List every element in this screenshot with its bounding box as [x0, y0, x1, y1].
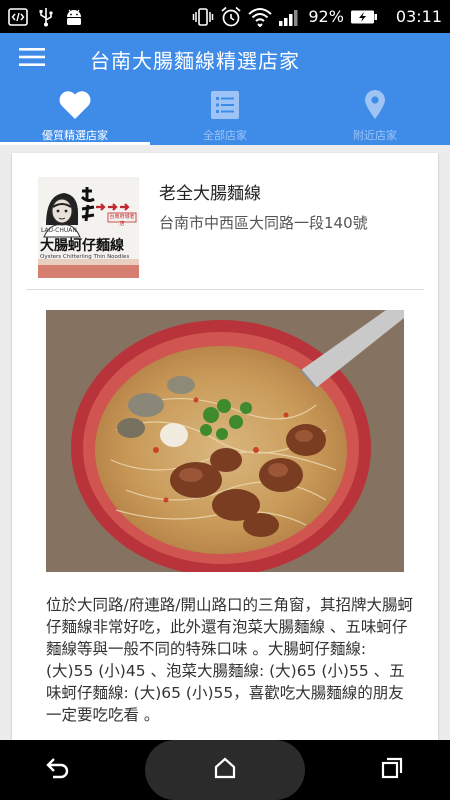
- battery-icon: [350, 9, 378, 25]
- tab-all-label: 全部店家: [203, 129, 247, 142]
- noodle-bowl-image: [46, 310, 404, 572]
- app-bar: 台南大腸麵線精選店家: [0, 33, 450, 85]
- tab-bar: 優質精選店家 全部店家 附近店家: [0, 85, 450, 145]
- shop-logo: LAU-CHUAN 台南府城老店 大腸蚵仔麵線 Oysters Chitterl…: [38, 177, 139, 278]
- app-title: 台南大腸麵線精選店家: [90, 48, 300, 73]
- tab-all-shops[interactable]: 全部店家: [150, 85, 300, 145]
- shop-header: LAU-CHUAN 台南府城老店 大腸蚵仔麵線 Oysters Chitterl…: [12, 153, 438, 289]
- system-nav-bar: [0, 740, 450, 800]
- hamburger-menu-icon: [19, 47, 45, 71]
- status-left-icons: [8, 7, 84, 27]
- back-button[interactable]: [28, 740, 88, 800]
- shop-info: 老全大腸麵線 台南市中西區大同路一段140號: [159, 177, 368, 289]
- home-pill[interactable]: [144, 740, 305, 800]
- back-icon: [45, 757, 71, 783]
- tab-featured-label: 優質精選店家: [42, 129, 108, 142]
- status-bar: 92% 03:11: [0, 0, 450, 33]
- status-right-icons: 92% 03:11: [192, 6, 442, 28]
- home-icon: [213, 756, 237, 784]
- content-area: LAU-CHUAN 台南府城老店 大腸蚵仔麵線 Oysters Chitterl…: [0, 145, 450, 740]
- tab-featured-shops[interactable]: 優質精選店家: [0, 85, 150, 145]
- wifi-icon: [248, 7, 273, 27]
- recents-button[interactable]: [362, 740, 422, 800]
- food-photo: [46, 310, 404, 572]
- tab-nearby-shops[interactable]: 附近店家: [300, 85, 450, 145]
- shop-name: 老全大腸麵線: [159, 184, 261, 204]
- shop-description: 位於大同路/府連路/開山路口的三角窗，其招牌大腸蚵仔麵線非常好吃，此外還有泡菜大…: [46, 596, 413, 724]
- shop-logo-romanized: LAU-CHUAN: [41, 227, 77, 234]
- heart-icon: [58, 90, 92, 124]
- shop-address: 台南市中西區大同路一段140號: [159, 214, 368, 232]
- location-pin-icon: [363, 90, 387, 124]
- shop-logo-product: 大腸蚵仔麵線: [40, 238, 124, 254]
- battery-percent: 92%: [308, 7, 344, 26]
- recents-icon: [380, 756, 404, 784]
- signal-icon: [278, 7, 302, 27]
- clock: 03:11: [395, 7, 442, 26]
- tab-nearby-label: 附近店家: [353, 129, 397, 142]
- menu-button[interactable]: [0, 33, 64, 85]
- usb-icon: [38, 7, 54, 27]
- code-icon: [8, 7, 28, 26]
- shop-logo-tag: 台南府城老店: [109, 214, 135, 227]
- android-icon: [64, 7, 84, 27]
- vibrate-icon: [192, 7, 214, 27]
- shop-card[interactable]: LAU-CHUAN 台南府城老店 大腸蚵仔麵線 Oysters Chitterl…: [12, 153, 438, 740]
- shop-logo-english: Oysters Chitterling Thin Noodles: [40, 254, 130, 260]
- alarm-icon: [220, 6, 242, 28]
- list-icon: [210, 90, 240, 124]
- divider: [26, 289, 424, 290]
